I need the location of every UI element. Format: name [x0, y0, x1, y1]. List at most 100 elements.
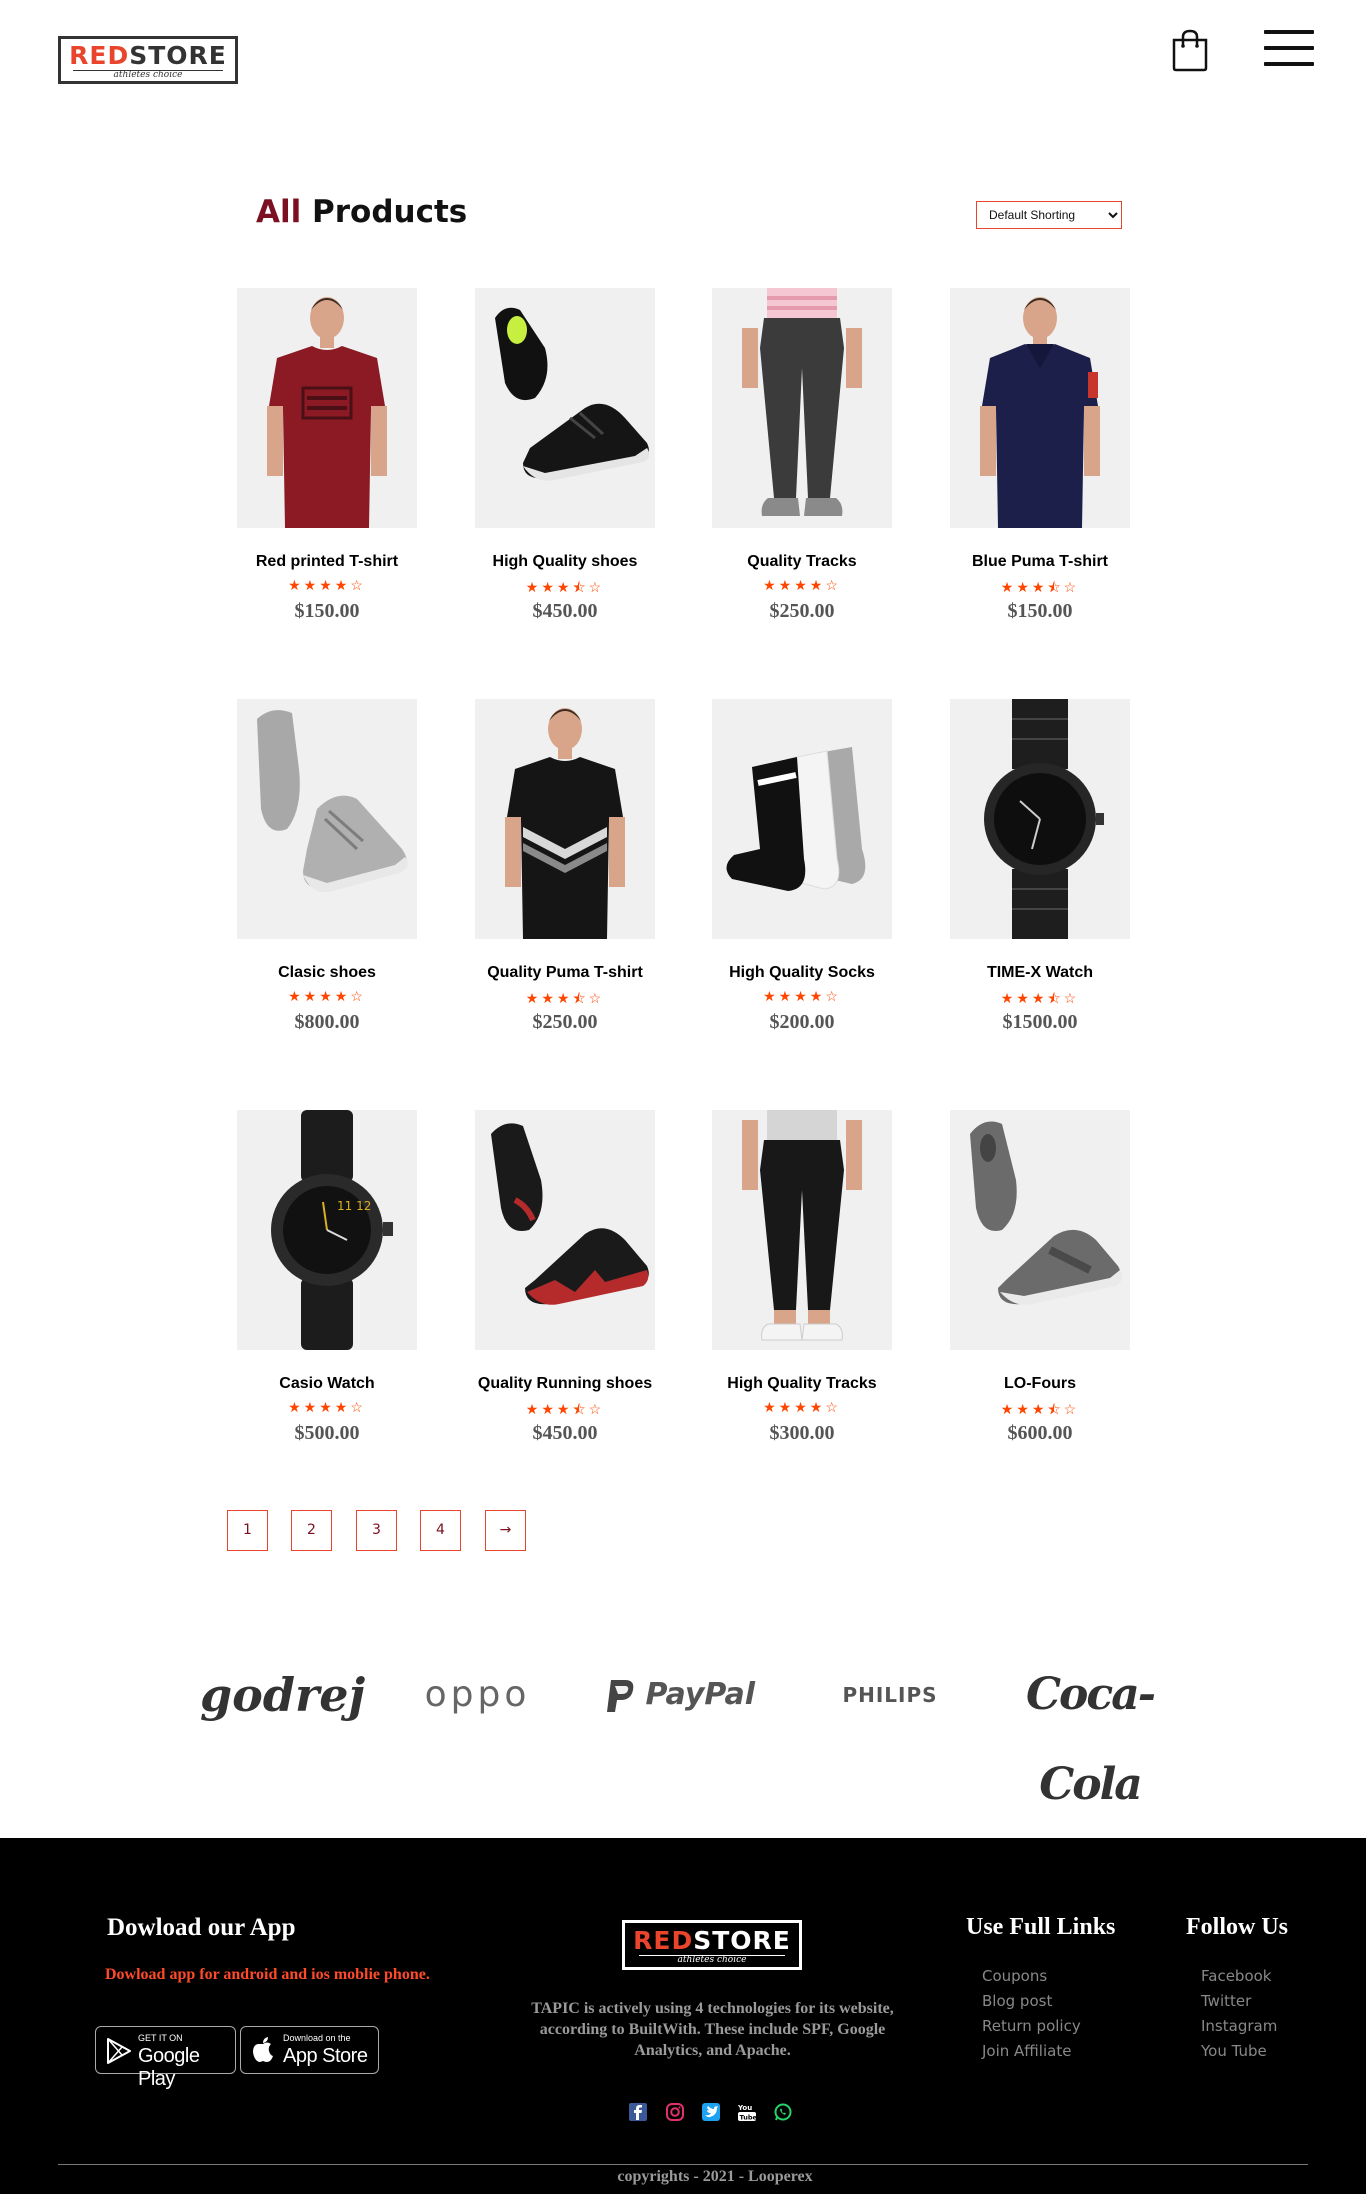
footer-divider [58, 2164, 1308, 2165]
redstore-logo[interactable]: REDSTORE athletes choice [58, 36, 238, 84]
product-rating: ★★★⯪☆ [1000, 990, 1080, 1006]
brand-logos: godrej oppo PayPal PHILIPS Coca-Cola [200, 1650, 1180, 1810]
coca-cola-logo: Coca-Cola [1026, 1669, 1156, 1810]
youtube-icon[interactable]: You Tube [737, 2102, 757, 2122]
product-card[interactable]: High Quality shoes ★★★⯪☆ $450.00 [475, 288, 655, 623]
facebook-icon[interactable] [628, 2102, 648, 2122]
philips-logo: PHILIPS [842, 1683, 938, 1707]
black-leather-watch-image[interactable]: 11 12 [237, 1110, 417, 1350]
product-rating: ★★★⯪☆ [525, 579, 605, 595]
black-metal-watch-image[interactable] [950, 699, 1130, 939]
follow-us-heading: Follow Us [1186, 1914, 1288, 1940]
hamburger-menu-icon[interactable] [1264, 30, 1314, 70]
product-name[interactable]: High Quality Tracks [712, 1375, 892, 1395]
product-price: $200.00 [769, 1011, 835, 1033]
app-store-button[interactable]: Download on the App Store [240, 2026, 379, 2074]
useful-links-heading: Use Full Links [966, 1914, 1116, 1940]
grey-high-top-shoes-image[interactable] [237, 699, 417, 939]
svg-text:You: You [737, 2104, 752, 2112]
google-play-icon [107, 2038, 131, 2064]
copyright-text: copyrights - 2021 - Looperex [617, 2168, 813, 2185]
black-shoes-image[interactable] [475, 288, 655, 528]
useful-links-list: Coupons Blog post Return policy Join Aff… [982, 1964, 1081, 2064]
apple-icon [253, 2037, 273, 2062]
paypal-icon [607, 1679, 634, 1712]
link-blog-post[interactable]: Blog post [982, 1989, 1081, 2014]
product-card[interactable]: Blue Puma T-shirt ★★★⯪☆ $150.00 [950, 288, 1130, 623]
link-youtube[interactable]: You Tube [1201, 2039, 1277, 2064]
product-card[interactable]: High Quality Socks ★★★★☆ $200.00 [712, 699, 892, 1034]
page-button-3[interactable]: 3 [356, 1510, 397, 1551]
footer-description: TAPIC is actively using 4 technologies f… [531, 2000, 894, 2059]
next-page-button[interactable]: → [485, 1510, 526, 1551]
product-name[interactable]: Red printed T-shirt [237, 553, 417, 573]
red-tshirt-image[interactable] [237, 288, 417, 528]
product-card[interactable]: Quality Running shoes ★★★⯪☆ $450.00 [475, 1110, 655, 1445]
footer-logo-wordmark: REDSTORE [633, 1926, 791, 1955]
product-rating: ★★★★☆ [288, 988, 366, 1004]
product-rating: ★★★⯪☆ [525, 1401, 605, 1417]
page-button-1[interactable]: 1 [227, 1510, 268, 1551]
running-shoes-image[interactable] [475, 1110, 655, 1350]
black-joggers-image[interactable] [712, 1110, 892, 1350]
shopping-bag-icon[interactable] [1170, 28, 1210, 72]
product-price: $150.00 [1007, 600, 1073, 622]
app-store-label: App Store [283, 2045, 368, 2067]
product-name[interactable]: LO-Fours [950, 1375, 1130, 1395]
link-return-policy[interactable]: Return policy [982, 2014, 1081, 2039]
google-play-label: Google Play [138, 2045, 200, 2090]
product-card[interactable]: LO-Fours ★★★⯪☆ $600.00 [950, 1110, 1130, 1445]
google-play-small-text: GET IT ON [138, 2033, 183, 2043]
product-card[interactable]: High Quality Tracks ★★★★☆ $300.00 [712, 1110, 892, 1445]
download-app-text: Dowload app for android and ios moblie p… [105, 1966, 430, 1983]
product-name[interactable]: Clasic shoes [237, 964, 417, 984]
product-name[interactable]: Casio Watch [237, 1375, 417, 1395]
google-play-button[interactable]: GET IT ON Google Play [95, 2026, 236, 2090]
product-price: $450.00 [532, 1422, 598, 1444]
link-instagram[interactable]: Instagram [1201, 2014, 1277, 2039]
whatsapp-icon[interactable] [773, 2102, 793, 2122]
product-name[interactable]: High Quality Socks [712, 964, 892, 984]
socks-image[interactable] [712, 699, 892, 939]
product-card[interactable]: TIME-X Watch ★★★⯪☆ $1500.00 [950, 699, 1130, 1034]
product-card[interactable]: Quality Tracks ★★★★☆ $250.00 [712, 288, 892, 623]
product-name[interactable]: Quality Puma T-shirt [475, 964, 655, 984]
link-join-affiliate[interactable]: Join Affiliate [982, 2039, 1081, 2064]
product-rating: ★★★★☆ [763, 988, 841, 1004]
product-price: $150.00 [294, 600, 360, 622]
product-card[interactable]: Clasic shoes ★★★★☆ $800.00 [237, 699, 417, 1034]
product-price: $250.00 [769, 600, 835, 622]
link-coupons[interactable]: Coupons [982, 1964, 1081, 1989]
product-card[interactable]: Quality Puma T-shirt ★★★⯪☆ $250.00 [475, 699, 655, 1034]
page-button-4[interactable]: 4 [420, 1510, 461, 1551]
svg-text:11 12: 11 12 [337, 1199, 371, 1213]
godrej-logo: godrej [200, 1668, 366, 1722]
product-name[interactable]: TIME-X Watch [950, 964, 1130, 984]
follow-us-list: Facebook Twitter Instagram You Tube [1201, 1964, 1277, 2064]
blue-polo-image[interactable] [950, 288, 1130, 528]
grey-slip-on-shoes-image[interactable] [950, 1110, 1130, 1350]
page-title: All Products [256, 194, 468, 230]
product-card[interactable]: 11 12 Casio Watch ★★★★☆ $500.00 [237, 1110, 417, 1445]
product-name[interactable]: Quality Running shoes [475, 1375, 655, 1395]
product-price: $300.00 [769, 1422, 835, 1444]
sort-select[interactable]: Default Shorting [976, 201, 1122, 229]
black-puma-tshirt-image[interactable] [475, 699, 655, 939]
product-price: $250.00 [532, 1011, 598, 1033]
twitter-icon[interactable] [701, 2102, 721, 2122]
grey-tracks-image[interactable] [712, 288, 892, 528]
link-facebook[interactable]: Facebook [1201, 1964, 1277, 1989]
product-card[interactable]: Red printed T-shirt ★★★★☆ $150.00 [237, 288, 417, 623]
link-twitter[interactable]: Twitter [1201, 1989, 1277, 2014]
product-price: $800.00 [294, 1011, 360, 1033]
product-name[interactable]: Quality Tracks [712, 553, 892, 573]
product-name[interactable]: High Quality shoes [475, 553, 655, 573]
page-button-2[interactable]: 2 [291, 1510, 332, 1551]
product-rating: ★★★★☆ [288, 1399, 366, 1415]
product-name[interactable]: Blue Puma T-shirt [950, 553, 1130, 573]
paypal-logo: PayPal [600, 1650, 760, 1740]
footer-logo[interactable]: REDSTORE athletes choice [622, 1920, 802, 1970]
download-app-heading: Dowload our App [107, 1914, 296, 1941]
instagram-icon[interactable] [665, 2102, 685, 2122]
footer-logo-tagline: athletes choice [639, 1955, 785, 1965]
